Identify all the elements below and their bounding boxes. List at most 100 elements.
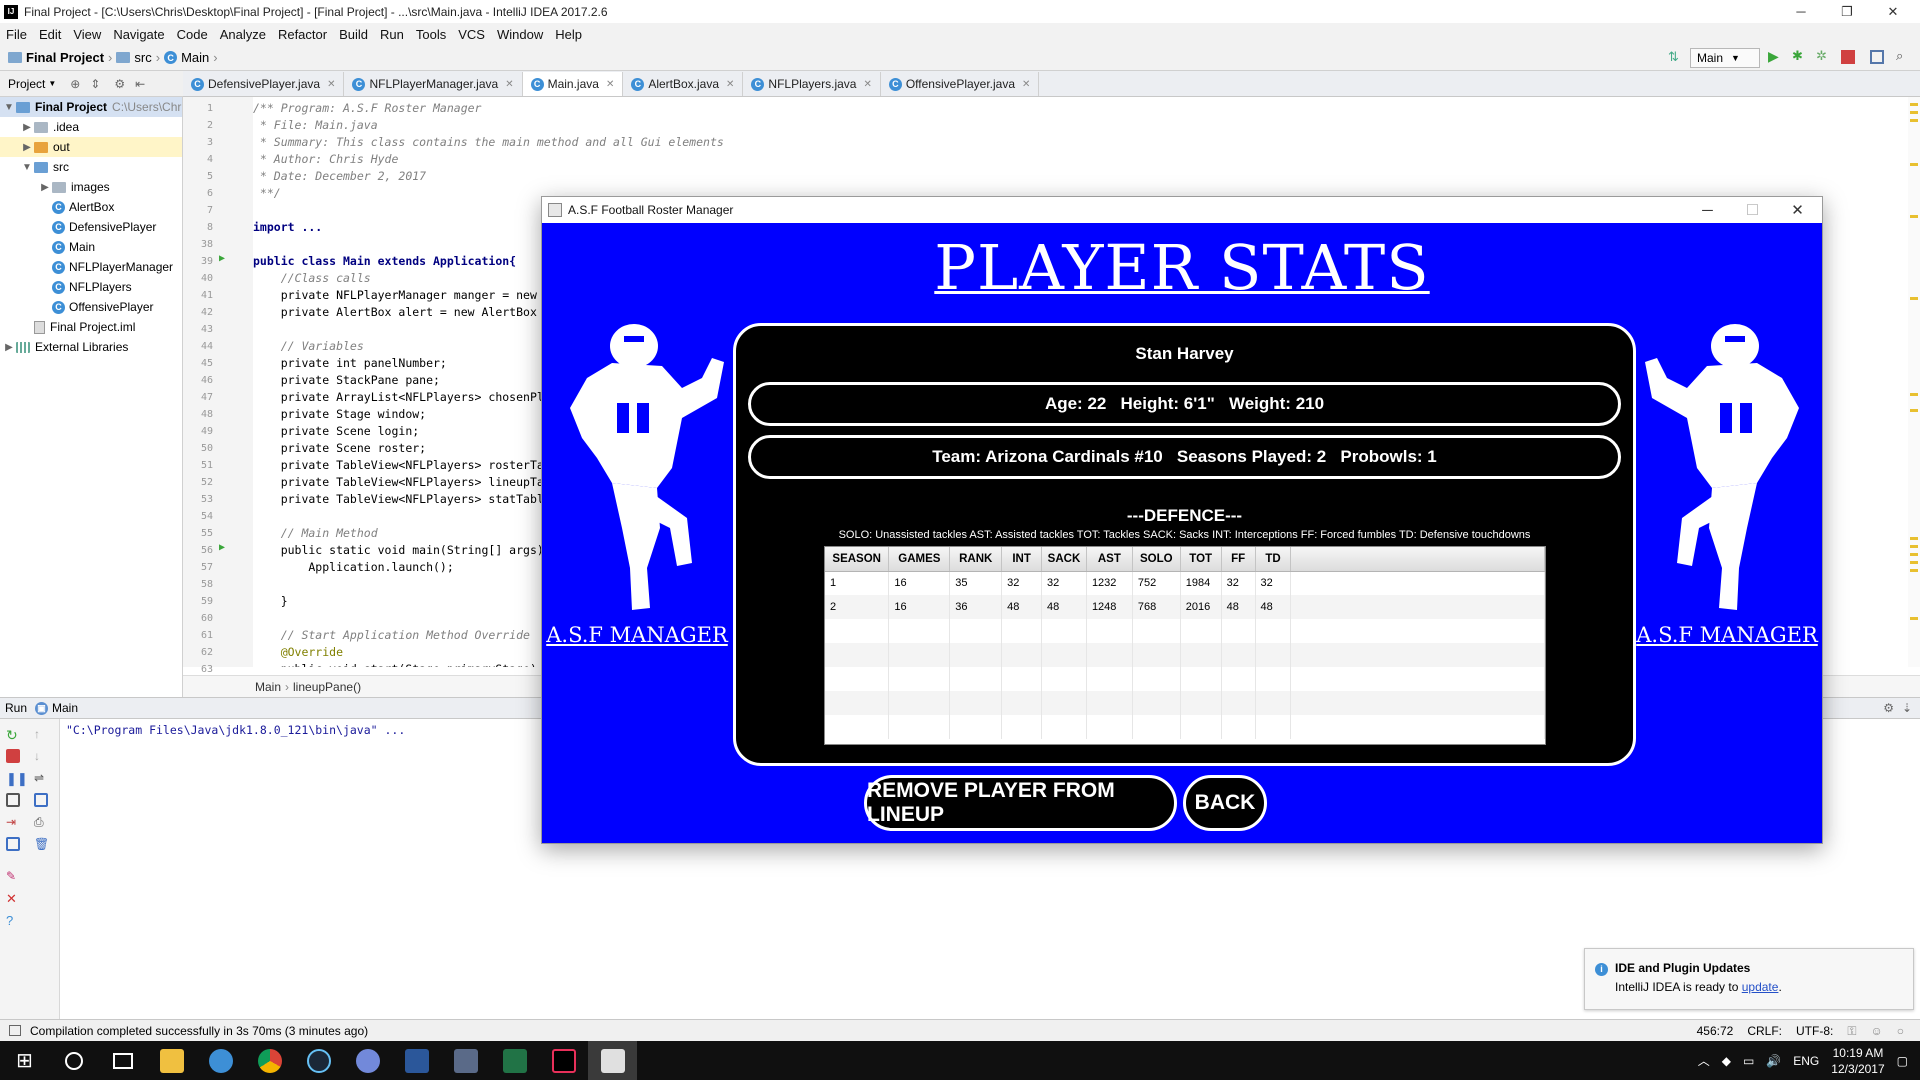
language-indicator[interactable]: ENG [1793,1054,1819,1068]
taskbar-steam[interactable] [294,1041,343,1080]
menu-code[interactable]: Code [171,27,214,42]
pause-icon[interactable]: ❚❚ [6,771,28,786]
code-line[interactable]: private int panelNumber; [253,355,447,372]
code-line[interactable]: private Scene roster; [253,440,426,457]
code-line[interactable]: private NFLPlayerManager manger = new [253,287,537,304]
update-link[interactable]: update [1742,980,1779,994]
hide-panel-icon[interactable]: ⇣ [1902,701,1912,715]
taskbar-excel[interactable] [490,1041,539,1080]
tree-item[interactable]: Final Project.iml [0,317,182,337]
start-button[interactable]: ⊞ [0,1041,49,1080]
menu-run[interactable]: Run [374,27,410,42]
taskbar-app[interactable] [441,1041,490,1080]
code-line[interactable]: public class Main extends Application{ [253,253,516,270]
code-line[interactable]: // Main Method [253,525,378,542]
run-configuration-select[interactable]: Main ▼ [1690,48,1760,68]
error-stripe[interactable] [1908,97,1920,667]
rerun-icon[interactable]: ↻ [6,727,20,743]
code-line[interactable]: * Author: Chris Hyde [253,151,398,168]
chevron-right-icon[interactable]: ▶ [2,342,16,353]
column-header-games[interactable]: GAMES [888,547,951,572]
code-line[interactable]: * Summary: This class contains the main … [253,134,724,151]
remove-player-button[interactable]: REMOVE PLAYER FROM LINEUP [864,775,1177,831]
stop-icon[interactable] [1841,50,1855,64]
menu-edit[interactable]: Edit [33,27,67,42]
taskbar-intellij[interactable] [539,1041,588,1080]
soft-wrap-icon[interactable]: ⇌ [34,771,48,785]
table-row[interactable]: 2 16 36 48 48 1248 768 2016 48 48 [825,595,1545,619]
code-line[interactable]: import ... [253,219,322,236]
layout-icon[interactable] [6,837,20,851]
back-button[interactable]: BACK [1183,775,1267,831]
menu-navigate[interactable]: Navigate [107,27,170,42]
column-header-td[interactable]: TD [1255,547,1292,572]
chevron-right-icon[interactable]: ▶ [20,142,34,153]
editor-tab[interactable]: C NFLPlayers.java ✕ [743,72,881,96]
code-line[interactable]: private Stage window; [253,406,426,423]
code-line[interactable]: /** Program: A.S.F Roster Manager [253,100,481,117]
caret-position[interactable]: 456:72 [1697,1024,1734,1038]
code-line[interactable]: } [253,593,288,610]
search-button[interactable] [49,1041,98,1080]
run-gutter-icon[interactable]: ▶ [219,542,225,553]
code-line[interactable]: // Start Application Method Override [253,627,530,644]
tree-item[interactable]: C Main [0,237,182,257]
code-line[interactable]: public void start(Stage primaryStage) [253,661,537,667]
tree-item[interactable]: ▶ External Libraries [0,337,182,357]
code-line[interactable]: // Variables [253,338,364,355]
dump-threads-icon[interactable] [6,793,20,807]
run-gutter-icon[interactable]: ▶ [219,253,225,264]
code-line[interactable]: @Override [253,644,343,661]
taskbar-word[interactable] [392,1041,441,1080]
tree-item[interactable]: ▼ src [0,157,182,177]
close-icon[interactable]: ✕ [1775,197,1820,223]
table-row[interactable]: 1 16 35 32 32 1232 752 1984 32 32 [825,571,1545,595]
code-line[interactable]: private TableView<NFLPlayers> statTabl [253,491,544,508]
column-header-sack[interactable]: SACK [1041,547,1087,572]
trash-icon[interactable]: 🗑 [34,837,49,851]
line-separator[interactable]: CRLF: [1747,1024,1782,1038]
menu-help[interactable]: Help [549,27,588,42]
volume-icon[interactable]: 🔊 [1766,1054,1781,1068]
debug-icon[interactable]: ✱ [1792,48,1806,63]
code-line[interactable]: private StackPane pane; [253,372,440,389]
chevron-right-icon[interactable]: ▶ [20,122,34,133]
maximize-icon[interactable]: ❐ [1824,0,1870,23]
code-line[interactable]: private ArrayList<NFLPlayers> chosenPl [253,389,544,406]
code-line[interactable]: private TableView<NFLPlayers> lineupTa [253,474,544,491]
help-icon[interactable]: ? [6,913,20,928]
close-tab-icon[interactable]: ✕ [327,79,335,90]
chevron-right-icon[interactable]: ▶ [38,182,52,193]
editor-crumb-method[interactable]: lineupPane() [293,680,361,694]
event-log-icon[interactable]: ○ [1897,1024,1904,1038]
chevron-down-icon[interactable]: ▼ [2,102,16,113]
close-tab-icon[interactable]: ✕ [726,79,734,90]
action-center-icon[interactable]: ▢ [1897,1054,1908,1068]
clock[interactable]: 10:19 AM 12/3/2017 [1831,1045,1884,1077]
panel-toggle-icon[interactable] [9,1025,21,1036]
project-structure-icon[interactable] [1870,50,1884,64]
menu-build[interactable]: Build [333,27,374,42]
taskbar-java-app[interactable] [588,1041,637,1080]
up-arrow-icon[interactable]: ↑ [34,727,48,741]
editor-tab[interactable]: C Main.java ✕ [522,72,624,96]
code-line[interactable]: * File: Main.java [253,117,378,134]
menu-vcs[interactable]: VCS [452,27,491,42]
code-line[interactable]: Application.launch(); [253,559,453,576]
editor-tab[interactable]: C NFLPlayerManager.java ✕ [344,72,523,96]
column-header-int[interactable]: INT [1001,547,1043,572]
network-icon[interactable]: ▭ [1743,1054,1754,1068]
dropbox-icon[interactable]: ◆ [1722,1054,1731,1068]
project-panel-title[interactable]: Project [8,77,45,91]
code-line[interactable]: private AlertBox alert = new AlertBox [253,304,537,321]
menu-window[interactable]: Window [491,27,549,42]
column-header-ast[interactable]: AST [1086,547,1133,572]
menu-refactor[interactable]: Refactor [272,27,333,42]
close-icon[interactable]: ✕ [6,891,20,906]
hide-panel-icon[interactable]: ⇤ [135,77,145,91]
menu-file[interactable]: File [0,27,33,42]
code-line[interactable]: **/ [253,185,281,202]
lock-icon[interactable]: ⚿ [1847,1024,1856,1039]
tree-item[interactable]: C NFLPlayers [0,277,182,297]
tree-item[interactable]: ▶ images [0,177,182,197]
